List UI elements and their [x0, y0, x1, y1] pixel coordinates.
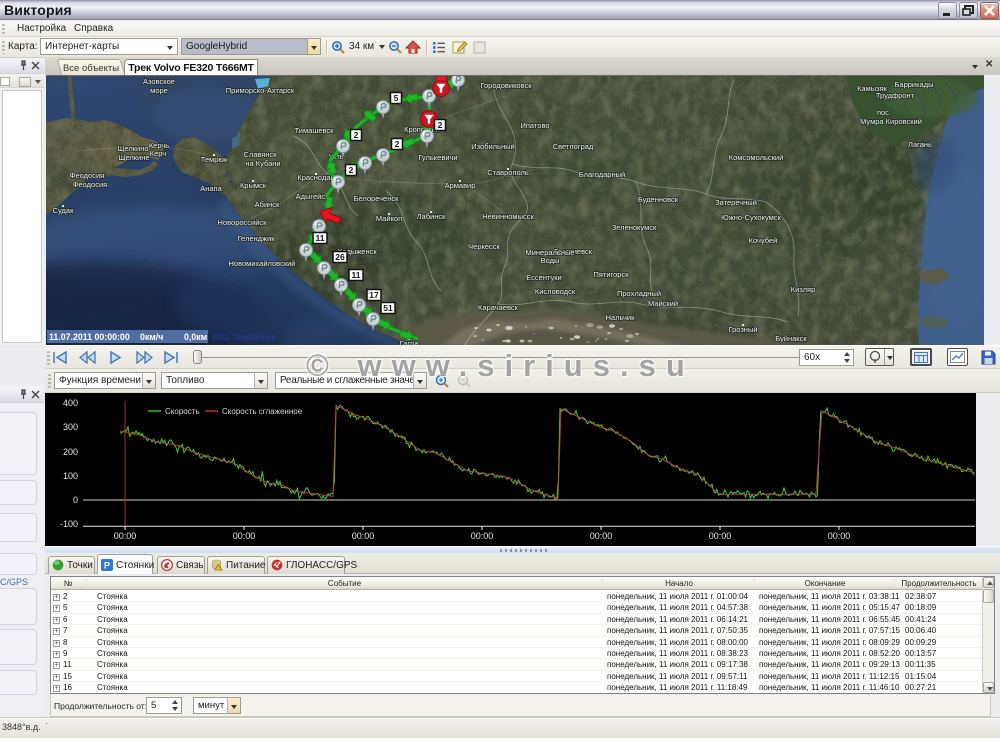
- svg-text:Прохладный: Прохладный: [617, 289, 661, 298]
- svg-text:Геленджик: Геленджик: [237, 234, 275, 243]
- svg-text:Пятигорск: Пятигорск: [593, 270, 629, 279]
- svg-text:00:00: 00:00: [114, 531, 137, 541]
- svg-text:300: 300: [63, 422, 78, 432]
- svg-text:Невинномысск: Невинномысск: [482, 212, 534, 221]
- svg-text:Армавир: Армавир: [445, 181, 476, 190]
- svg-text:0,0км: 0,0км: [184, 332, 207, 342]
- svg-text:51: 51: [383, 303, 393, 313]
- svg-text:Комсомольский: Комсомольский: [729, 153, 784, 162]
- svg-text:2011 TeleMetrics: 2011 TeleMetrics: [212, 332, 275, 342]
- svg-text:Скорость сглаженное: Скорость сглаженное: [222, 407, 303, 416]
- svg-text:Трудфронт: Трудфронт: [876, 91, 915, 100]
- svg-text:Абинск: Абинск: [255, 200, 280, 209]
- svg-text:400: 400: [63, 398, 78, 408]
- svg-text:00:00: 00:00: [233, 531, 256, 541]
- svg-text:Изобильный: Изобильный: [471, 142, 514, 151]
- svg-text:2: 2: [438, 120, 443, 130]
- svg-text:Городовиковск: Городовиковск: [480, 81, 532, 90]
- svg-text:Мумра Кировский: Мумра Кировский: [860, 117, 922, 126]
- svg-text:Темрюк: Темрюк: [201, 155, 228, 164]
- svg-text:11.07.2011 00:00:00: 11.07.2011 00:00:00: [49, 332, 130, 342]
- svg-text:00:00: 00:00: [590, 531, 613, 541]
- svg-text:Южно-Сухокумск: Южно-Сухокумск: [721, 213, 781, 222]
- svg-text:Кочубей: Кочубей: [749, 236, 778, 245]
- svg-text:Буйнакск: Буйнакск: [775, 334, 807, 343]
- svg-text:Анапа: Анапа: [200, 184, 222, 193]
- svg-text:Ессентуки: Ессентуки: [526, 273, 561, 282]
- svg-text:Феодосия: Феодосия: [73, 180, 107, 189]
- svg-text:Светлоград: Светлоград: [553, 142, 594, 151]
- svg-text:00:00: 00:00: [471, 531, 494, 541]
- svg-text:на Кубани: на Кубани: [245, 159, 280, 168]
- svg-text:00:00: 00:00: [828, 531, 851, 541]
- svg-text:Затеречный: Затеречный: [715, 198, 757, 207]
- svg-text:Майкоп: Майкоп: [376, 214, 402, 223]
- svg-text:0: 0: [73, 495, 78, 505]
- svg-text:Керч: Керч: [150, 149, 167, 158]
- svg-text:Лабинск: Лабинск: [417, 212, 446, 221]
- svg-text:Щелкине: Щелкине: [118, 153, 149, 162]
- svg-text:Баррикады: Баррикады: [894, 80, 933, 89]
- svg-text:Белореченск: Белореченск: [354, 194, 400, 203]
- svg-text:Славянск: Славянск: [243, 150, 277, 159]
- svg-text:2: 2: [354, 130, 359, 140]
- svg-text:Гулькевичи: Гулькевичи: [418, 153, 457, 162]
- svg-text:Нальчик: Нальчик: [606, 313, 635, 322]
- svg-text:00:00: 00:00: [352, 531, 375, 541]
- svg-text:Карачаевск: Карачаевск: [478, 303, 519, 312]
- svg-text:-100: -100: [60, 519, 78, 529]
- svg-text:Лагань: Лагань: [908, 140, 932, 149]
- svg-text:100: 100: [63, 471, 78, 481]
- svg-text:Судак: Судак: [53, 206, 74, 215]
- svg-text:Черкесск: Черкесск: [468, 242, 500, 251]
- svg-text:Зеленокумск: Зеленокумск: [612, 223, 657, 232]
- svg-text:11: 11: [316, 233, 325, 243]
- svg-text:Щелкино: Щелкино: [117, 144, 148, 153]
- svg-text:17: 17: [369, 290, 379, 300]
- svg-text:Феодосия: Феодосия: [70, 171, 104, 180]
- svg-text:Приморско-Ахтарск: Приморско-Ахтарск: [226, 86, 295, 95]
- svg-text:Новомихайловский: Новомихайловский: [229, 259, 296, 268]
- svg-text:Азовское: Азовское: [143, 77, 175, 86]
- svg-text:море: море: [150, 86, 168, 95]
- svg-text:200: 200: [63, 447, 78, 457]
- svg-text:2: 2: [395, 139, 400, 149]
- svg-text:Тимашевск: Тимашевск: [295, 126, 335, 135]
- svg-text:26: 26: [335, 252, 345, 262]
- svg-text:P: P: [104, 561, 110, 571]
- svg-text:Скорость: Скорость: [165, 407, 200, 416]
- svg-text:00:00: 00:00: [709, 531, 732, 541]
- svg-text:Ипатово: Ипатово: [520, 121, 549, 130]
- svg-text:Кисловодск: Кисловодск: [535, 287, 576, 296]
- svg-text:0км/ч: 0км/ч: [140, 332, 163, 342]
- svg-text:Новороссийск: Новороссийск: [218, 218, 268, 227]
- svg-text:Воды: Воды: [541, 256, 560, 265]
- svg-text:Адыгейск: Адыгейск: [296, 192, 329, 201]
- svg-text:Кизляр: Кизляр: [791, 285, 816, 294]
- svg-text:Буденновск: Буденновск: [638, 195, 679, 204]
- svg-text:Крымск: Крымск: [240, 181, 267, 190]
- svg-text:Грозный: Грозный: [728, 325, 757, 334]
- svg-text:пос.: пос.: [877, 108, 891, 117]
- svg-text:Благодарный: Благодарный: [579, 170, 625, 179]
- svg-text:5: 5: [394, 93, 399, 103]
- svg-text:Майский: Майский: [648, 299, 678, 308]
- svg-text:11: 11: [352, 270, 361, 280]
- svg-text:2: 2: [349, 165, 354, 175]
